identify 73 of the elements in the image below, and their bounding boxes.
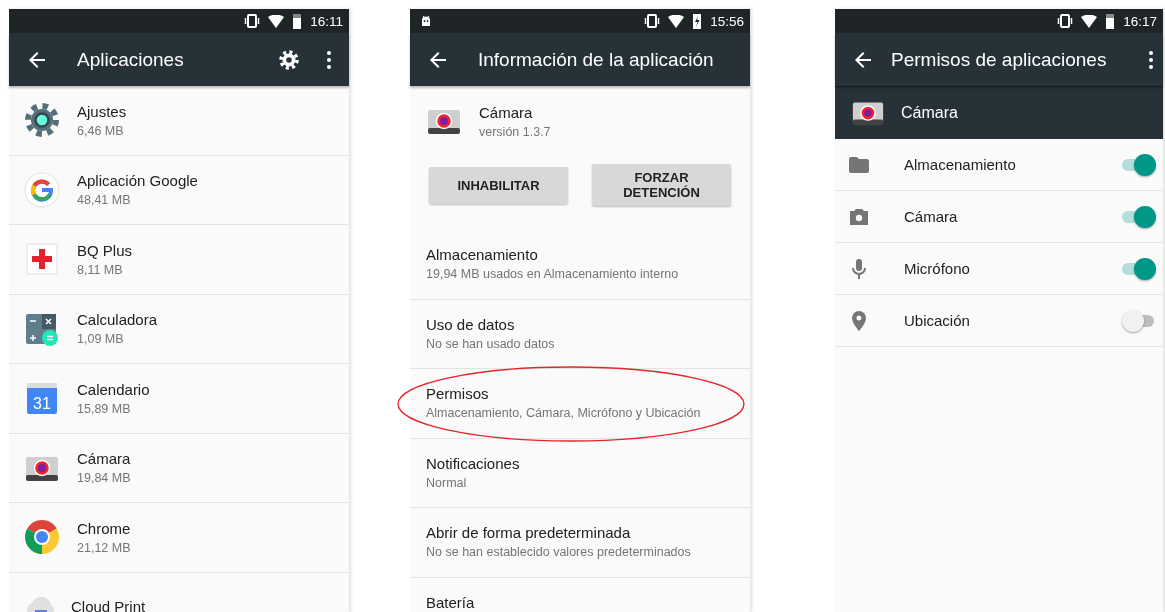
app-size: 15,89 MB: [77, 401, 132, 416]
app-name: Aplicación Google: [77, 172, 198, 190]
android-robot-icon: [420, 15, 432, 27]
settings-item[interactable]: Almacenamiento 19,94 MB usados en Almacenamiento interno: [410, 230, 750, 300]
cross-icon: [24, 241, 60, 278]
app-list-item[interactable]: BQ Plus 8,11 MB: [9, 225, 349, 295]
toggle-switch[interactable]: [1122, 257, 1156, 280]
app-name: Ajustes: [77, 102, 127, 120]
gear-icon: [24, 102, 60, 139]
app-list-item[interactable]: Cloud Print: [9, 572, 349, 612]
settings-item[interactable]: Batería: [410, 577, 750, 612]
vibrate-icon: [1057, 14, 1074, 28]
item-title: Batería: [426, 593, 476, 611]
app-list-item[interactable]: Aplicación Google 48,41 MB: [9, 155, 349, 225]
app-name: Cámara: [77, 450, 131, 468]
app-size: 19,84 MB: [77, 471, 131, 486]
settings-item[interactable]: Abrir de forma predeterminada No se han establecido valores predeterminados: [410, 508, 750, 578]
settings-item[interactable]: Permisos Almacenamiento, Cámara, Micrófono y Ubicación: [410, 369, 750, 439]
app-name: Cámara: [479, 103, 534, 121]
app-name: Cloud Print: [71, 598, 146, 612]
toolbar-title: Aplicaciones: [77, 48, 185, 71]
app-name: Cámara: [901, 104, 958, 122]
app-list-item[interactable]: 31 Calendario 15,89 MB: [9, 364, 349, 434]
chrome-icon: [24, 519, 60, 556]
app-list-item[interactable]: Cámara 19,84 MB: [9, 433, 349, 503]
permission-label: Micrófono: [904, 260, 971, 277]
item-title: Uso de datos: [426, 315, 516, 333]
permission-label: Cámara: [904, 208, 959, 225]
wifi-icon: [1081, 14, 1098, 28]
toggle-switch[interactable]: [1122, 309, 1156, 332]
calendar-icon: 31: [24, 380, 60, 417]
vibrate-icon: [644, 14, 661, 28]
settings-icon[interactable]: [277, 47, 301, 72]
app-name: Chrome: [77, 519, 131, 537]
app-name: Calendario: [77, 380, 150, 398]
item-summary: No se han establecido valores predeterminados: [426, 545, 692, 559]
app-size: 48,41 MB: [77, 193, 132, 208]
item-summary: No se han usado datos: [426, 336, 556, 351]
settings-item[interactable]: Notificaciones Normal: [410, 438, 750, 508]
app-list-item[interactable]: Chrome 21,12 MB: [9, 503, 349, 573]
toolbar-title: Permisos de aplicaciones: [891, 48, 1108, 71]
cloud-icon: [24, 595, 54, 612]
g-logo-icon: [24, 171, 60, 208]
item-title: Permisos: [426, 385, 490, 402]
clock-time: 15:56: [710, 13, 744, 29]
wifi-icon: [268, 14, 285, 28]
app-size: 8,11 MB: [77, 262, 124, 277]
app-name: BQ Plus: [77, 241, 133, 259]
force-stop-button[interactable]: FORZAR DETENCIÓN: [592, 164, 731, 206]
wifi-icon: [668, 14, 685, 28]
item-summary: 19,94 MB usados en Almacenamiento interno: [426, 267, 680, 281]
item-title: Notificaciones: [426, 454, 521, 472]
app-list-item[interactable]: Calculadora 1,09 MB: [9, 294, 349, 364]
item-summary: Normal: [426, 475, 468, 490]
toggle-switch[interactable]: [1122, 205, 1156, 228]
clock-time: 16:11: [310, 13, 343, 29]
toolbar-title: Información de la aplicación: [478, 48, 715, 71]
app-version: versión 1.3.7: [479, 124, 551, 139]
item-title: Almacenamiento: [426, 246, 539, 263]
app-size: 6,46 MB: [77, 123, 125, 138]
app-size: 1,09 MB: [77, 332, 125, 347]
permission-label: Almacenamiento: [904, 156, 1017, 173]
app-list-item[interactable]: Ajustes 6,46 MB: [9, 86, 349, 156]
item-summary: Almacenamiento, Cámara, Micrófono y Ubicación: [426, 406, 702, 420]
settings-item[interactable]: Uso de datos No se han usado datos: [410, 299, 750, 369]
item-title: Abrir de forma predeterminada: [426, 524, 632, 541]
vibrate-icon: [244, 14, 261, 28]
disable-button[interactable]: INHABILITAR: [429, 167, 568, 204]
permission-label: Ubicación: [904, 312, 971, 329]
toggle-switch[interactable]: [1122, 153, 1156, 176]
app-name: Calculadora: [77, 311, 158, 329]
app-size: 21,12 MB: [77, 540, 131, 555]
clock-time: 16:17: [1123, 13, 1157, 29]
